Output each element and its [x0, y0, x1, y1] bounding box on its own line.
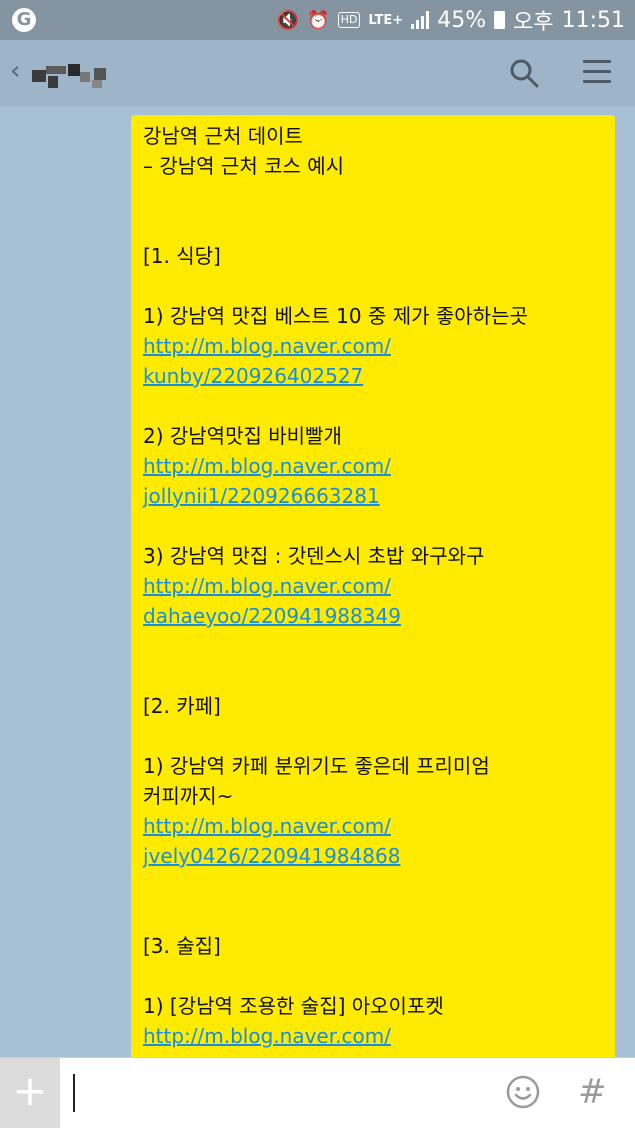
status-icons: 🔇 ⏰ HD LTE+ 45% 오후 11:51 — [276, 6, 625, 36]
message-line: 커피까지~ — [143, 784, 234, 808]
message-line — [143, 391, 609, 421]
time-ampm: 오후 — [513, 10, 554, 35]
menu-icon[interactable] — [583, 60, 611, 86]
message-line: 1) 강남역 카페 분위기도 좋은데 프리미엄 — [143, 754, 490, 778]
message-link[interactable]: kunby/220926402527 — [143, 361, 609, 391]
message-link[interactable]: dahaeyoo/220941988349 — [143, 601, 609, 631]
input-bar: + # — [0, 1057, 635, 1128]
chat-room-name-blurred — [32, 62, 112, 90]
message-line: – 강남역 근처 코스 예시 — [143, 154, 345, 178]
message-line: [1. 식당] — [143, 244, 221, 268]
message-line — [143, 871, 609, 901]
message-line — [143, 661, 609, 691]
message-link[interactable]: http://m.blog.naver.com/ — [143, 331, 609, 361]
alarm-icon: ⏰ — [307, 9, 330, 31]
text-caret — [73, 1074, 75, 1112]
battery-percent: 45% — [437, 7, 487, 33]
message-line: 1) [강남역 조용한 술집] 아오이포켓 — [143, 994, 444, 1018]
message-line — [143, 721, 609, 751]
message-line — [143, 271, 609, 301]
message-bubble: 강남역 근처 데이트 – 강남역 근처 코스 예시 [1. 식당] 1) 강남역 맛집… — [131, 115, 615, 1065]
message-link[interactable]: http://m.blog.naver.com/ — [143, 571, 609, 601]
message-line — [143, 631, 609, 661]
message-line — [143, 901, 609, 931]
battery-icon — [494, 11, 506, 29]
message-line — [143, 961, 609, 991]
emoji-icon[interactable] — [506, 1075, 540, 1109]
clock: 11:51 — [561, 7, 625, 33]
back-icon[interactable]: ‹ — [10, 56, 20, 86]
message-line — [143, 211, 609, 241]
mute-icon: 🔇 — [276, 9, 300, 31]
message-line: 강남역 근처 데이트 — [143, 124, 303, 148]
message-link[interactable]: jvely0426/220941984868 — [143, 841, 609, 871]
chat-header: ‹ — [0, 40, 635, 106]
message-link[interactable]: jollynii1/220926663281 — [143, 481, 609, 511]
hashtag-button[interactable]: # — [578, 1072, 607, 1112]
message-line: 2) 강남역맛집 바비빨개 — [143, 424, 342, 448]
status-bar: G 🔇 ⏰ HD LTE+ 45% 오후 11:51 — [0, 0, 635, 40]
message-line: 1) 강남역 맛집 베스트 10 중 제가 좋아하는곳 — [143, 304, 528, 328]
plus-button[interactable]: + — [0, 1058, 60, 1128]
message-line: 3) 강남역 맛집 : 갓덴스시 초밥 와구와구 — [143, 544, 485, 568]
message-link[interactable]: http://m.blog.naver.com/ — [143, 451, 609, 481]
search-icon[interactable] — [509, 58, 539, 88]
message-line — [143, 181, 609, 211]
message-line: [2. 카페] — [143, 694, 221, 718]
message-text: 강남역 근처 데이트 – 강남역 근처 코스 예시 [1. 식당] 1) 강남역 맛집… — [143, 121, 609, 1051]
lte-indicator: LTE+ — [368, 12, 404, 28]
hd-voice-icon: HD — [337, 12, 361, 28]
message-link[interactable]: http://m.blog.naver.com/ — [143, 1021, 609, 1051]
message-link[interactable]: http://m.blog.naver.com/ — [143, 811, 609, 841]
message-input[interactable] — [68, 1070, 488, 1116]
carrier-icon: G — [12, 8, 36, 32]
signal-icon — [411, 11, 430, 29]
message-line — [143, 511, 609, 541]
message-line: [3. 술집] — [143, 934, 221, 958]
